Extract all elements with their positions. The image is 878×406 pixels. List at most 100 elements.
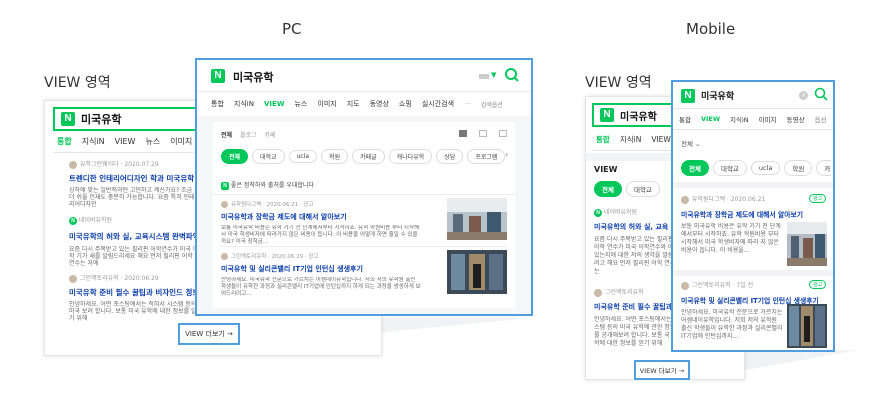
spacer bbox=[673, 182, 833, 188]
post-ad: 광고 bbox=[308, 254, 319, 260]
post-date: 2020.06.29 bbox=[271, 254, 304, 260]
mobile-bg-post: 그린맥토리유학 미국유학 준비 필수 꿀팁과 안녕하세요. 어떤 포스팅에서는 … bbox=[594, 287, 680, 356]
pc-bg-tab[interactable]: 이미지 bbox=[170, 136, 192, 147]
post-title[interactable]: 미국유학 준비 필수 꿀팁과 비자인드 정보 bbox=[69, 287, 199, 298]
pc-tab[interactable]: 쇼핑 bbox=[399, 99, 412, 109]
pc-tab[interactable]: 지식iN bbox=[234, 99, 254, 109]
search-icon[interactable] bbox=[504, 67, 520, 83]
filter-cafe[interactable]: 카페 bbox=[264, 132, 275, 139]
pc-bg-query: 미국유학 bbox=[81, 113, 122, 126]
post-thumbnail[interactable] bbox=[787, 304, 827, 348]
tab[interactable]: 통합 bbox=[596, 134, 610, 145]
filter-all[interactable]: 전체 bbox=[221, 132, 232, 139]
naver-logo-icon: N bbox=[681, 89, 695, 103]
chip[interactable]: 전체 bbox=[221, 148, 249, 164]
chip[interactable]: 캐나다유학 bbox=[388, 148, 433, 164]
chip[interactable]: ucla bbox=[288, 149, 318, 163]
list-view-icon[interactable] bbox=[459, 130, 467, 137]
post-title[interactable]: 미국유학의 허와 실, 교육 bbox=[594, 222, 680, 232]
post-title[interactable]: 미국유학 준비 필수 꿀팁과 bbox=[594, 302, 680, 312]
pc-tabs: 통합 지식iN VIEW 뉴스 이미지 지도 동영상 쇼핑 실시간검색 ··· … bbox=[211, 93, 521, 115]
avatar bbox=[221, 253, 228, 260]
pc-bg-post: 유학그린웨이다 · 2020.07.29 트렌디한 인테리어디자인 학과 미국유… bbox=[69, 160, 199, 208]
pc-results: N 좋은 정착하와 출처를 우대합니다 유학원다그백 · 2020.06.21 … bbox=[213, 174, 515, 308]
post-desc: 요즘 다시 주목받고 있는 필리핀 어학연수가 미국 어학 기가 새를 알림드리… bbox=[69, 246, 199, 267]
tab[interactable]: 통합 bbox=[679, 114, 691, 124]
mobile-bg-query: 미국유학 bbox=[620, 111, 657, 123]
post-date: 7일 전 bbox=[736, 282, 754, 289]
post-title[interactable]: 미국유학과 장학금 제도에 대해서 알아보기 bbox=[221, 212, 421, 222]
spacer bbox=[673, 270, 833, 276]
pc-tab-view[interactable]: VIEW bbox=[264, 100, 285, 108]
chip[interactable]: 학원 bbox=[321, 148, 349, 164]
filter-all: 전체 bbox=[681, 140, 693, 148]
post-author: 그린맥토리유학 bbox=[80, 275, 119, 282]
pc-tab[interactable]: 실시간검색 bbox=[422, 99, 454, 109]
tab[interactable]: 지식iN bbox=[620, 134, 642, 145]
chip[interactable]: 대학교 bbox=[712, 160, 747, 176]
naver-logo-icon: N bbox=[600, 108, 614, 122]
chip[interactable]: 전체 bbox=[681, 160, 709, 176]
post-thumbnail[interactable] bbox=[447, 250, 507, 294]
keyboard-icon[interactable] bbox=[479, 74, 489, 79]
post-title[interactable]: 미국유학의 허와 실, 교육시스템 완벽파악 bbox=[69, 231, 199, 242]
post-thumbnail[interactable] bbox=[447, 198, 507, 240]
post-author: 유학원다그백 bbox=[692, 196, 726, 203]
pc-bg-tab[interactable]: 지식iN bbox=[82, 136, 105, 147]
post-title[interactable]: 트렌디한 인테리어디자인 학과 미국유학 알아 bbox=[69, 173, 199, 184]
post-title[interactable]: 미국유학과 장학금 제도에 대해서 알아보기 bbox=[681, 209, 829, 219]
naver-logo-icon: N bbox=[69, 217, 77, 225]
post-title[interactable]: 미국유학 및 실리콘밸리 IT기업 인턴십 생생후기 bbox=[681, 295, 829, 305]
pc-view-more-button[interactable]: VIEW 더보기 → bbox=[178, 323, 240, 345]
tab[interactable]: 이미지 bbox=[759, 114, 777, 124]
search-options[interactable]: 검색옵션 bbox=[481, 100, 503, 109]
search-icon[interactable] bbox=[814, 87, 828, 101]
post-author: 네이버유학원 bbox=[78, 217, 113, 224]
pc-bg-tab[interactable]: 뉴스 bbox=[145, 136, 160, 147]
post-desc: 안녕하세요. 어떤 포스팅에서는 시스템 등의 미국 유학에 관한 정보를 공개… bbox=[594, 315, 679, 347]
tab[interactable]: VIEW bbox=[651, 135, 671, 144]
options-icon[interactable] bbox=[499, 130, 507, 137]
notice-icon: N bbox=[221, 182, 229, 190]
pc-tab[interactable]: 동영상 bbox=[370, 99, 389, 109]
pc-tab[interactable]: 이미지 bbox=[317, 99, 336, 109]
chip[interactable]: 전체 bbox=[594, 181, 622, 197]
pc-tab[interactable]: 지도 bbox=[347, 99, 360, 109]
avatar bbox=[221, 201, 228, 208]
pc-header: N 미국유학 ▼ bbox=[197, 60, 531, 92]
tab-view[interactable]: VIEW bbox=[701, 115, 720, 123]
chip[interactable]: 대학교 bbox=[625, 181, 660, 197]
pc-bg-tab[interactable]: 통합 bbox=[57, 136, 72, 147]
post-title[interactable]: 미국유학 및 실리콘밸리 IT기업 인턴십 생생후기 bbox=[221, 264, 421, 274]
chip[interactable]: 상담 bbox=[436, 148, 464, 164]
naver-logo-icon: N bbox=[61, 112, 75, 126]
chip[interactable]: 학원 bbox=[784, 160, 813, 176]
pc-post: 그린맥토리유학 · 2020.06.29 · 광고 미국유학 및 실리콘밸리 I… bbox=[221, 252, 421, 305]
avatar bbox=[69, 160, 77, 169]
chip[interactable]: ucla bbox=[750, 161, 781, 175]
pc-bg-tab[interactable]: VIEW bbox=[115, 137, 136, 146]
clear-icon[interactable]: × bbox=[799, 91, 808, 100]
mobile-view-more-button[interactable]: VIEW 더보기 → bbox=[634, 360, 690, 380]
more-icon[interactable]: ··· bbox=[464, 100, 471, 108]
grid-view-icon[interactable] bbox=[479, 130, 487, 137]
post-author: 네이버유학원 bbox=[603, 209, 638, 216]
chip[interactable]: 대학교 bbox=[252, 148, 285, 164]
filter-blog[interactable]: 블로그 bbox=[240, 132, 257, 139]
chip[interactable]: 프로그램 bbox=[467, 148, 506, 164]
pc-bg-post: N 네이버유학원 미국유학의 허와 실, 교육시스템 완벽파악 요즘 다시 주목… bbox=[69, 215, 199, 268]
mobile-filter[interactable]: 전체 ⌄ bbox=[681, 138, 701, 148]
tab[interactable]: 지식iN bbox=[730, 114, 749, 124]
chevron-down-icon[interactable]: ▼ bbox=[491, 71, 496, 79]
post-thumbnail[interactable] bbox=[787, 222, 827, 266]
post-author: 유학원다그백 bbox=[231, 202, 262, 208]
chevron-right-icon[interactable]: › bbox=[505, 150, 508, 159]
chip[interactable]: 카페글 bbox=[352, 148, 385, 164]
pc-tab[interactable]: 통합 bbox=[211, 99, 224, 109]
tab-options[interactable]: 옵션 bbox=[815, 114, 827, 124]
pc-tab[interactable]: 뉴스 bbox=[294, 99, 307, 109]
pc-notice: N 좋은 정착하와 출처를 우대합니다 bbox=[221, 180, 314, 190]
chip[interactable]: 카페글 bbox=[816, 160, 831, 176]
tab[interactable]: 동영상 bbox=[787, 114, 805, 124]
naver-logo-icon: N bbox=[594, 209, 602, 217]
